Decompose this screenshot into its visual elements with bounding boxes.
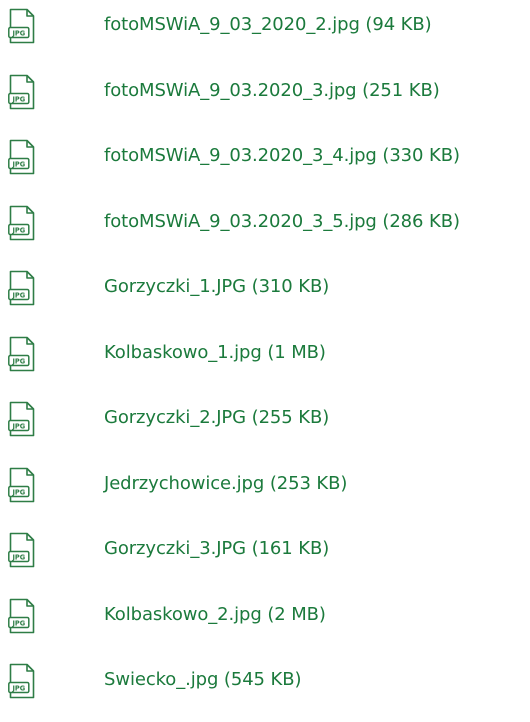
jpg-file-icon[interactable]: JPG — [8, 270, 36, 306]
file-size: (1 MB) — [267, 341, 326, 363]
jpg-file-icon[interactable]: JPG — [8, 336, 36, 372]
svg-text:JPG: JPG — [11, 291, 25, 299]
file-download-link[interactable]: Kolbaskowo_1.jpg (1 MB) — [104, 341, 326, 365]
file-download-link[interactable]: fotoMSWiA_9_03.2020_3_5.jpg (286 KB) — [104, 210, 460, 234]
svg-text:JPG: JPG — [11, 619, 25, 627]
file-size: (2 MB) — [267, 603, 326, 625]
svg-text:JPG: JPG — [11, 160, 25, 168]
file-item: JPG Gorzyczki_2.JPG (255 KB) — [0, 399, 530, 439]
file-download-link[interactable]: Swiecko_.jpg (545 KB) — [104, 668, 302, 692]
svg-text:JPG: JPG — [11, 357, 25, 365]
svg-text:JPG: JPG — [11, 95, 25, 103]
file-item: JPG Kolbaskowo_1.jpg (1 MB) — [0, 334, 530, 374]
file-name: fotoMSWiA_9_03.2020_3.jpg — [104, 79, 357, 101]
jpg-file-icon[interactable]: JPG — [8, 74, 36, 110]
file-size: (286 KB) — [382, 210, 460, 232]
svg-text:JPG: JPG — [11, 553, 25, 561]
file-item: JPG Kolbaskowo_2.jpg (2 MB) — [0, 596, 530, 636]
jpg-file-icon[interactable]: JPG — [8, 598, 36, 634]
svg-text:JPG: JPG — [11, 488, 25, 496]
svg-text:JPG: JPG — [11, 29, 25, 37]
file-name: Gorzyczki_1.JPG — [104, 276, 247, 297]
jpg-file-icon[interactable]: JPG — [8, 8, 36, 44]
file-size: (310 KB) — [251, 276, 330, 297]
jpg-file-icon[interactable]: JPG — [8, 139, 36, 175]
file-size: (94 KB) — [365, 14, 432, 35]
file-download-link[interactable]: fotoMSWiA_9_03.2020_3_4.jpg (330 KB) — [104, 144, 460, 168]
file-name: fotoMSWiA_9_03.2020_3_5.jpg — [104, 210, 377, 232]
svg-text:JPG: JPG — [11, 684, 25, 692]
jpg-file-icon[interactable]: JPG — [8, 401, 36, 437]
file-item: JPG Jedrzychowice.jpg (253 KB) — [0, 465, 530, 505]
file-item: JPG fotoMSWiA_9_03.2020_3_4.jpg (330 KB) — [0, 137, 530, 177]
file-item: JPG fotoMSWiA_9_03.2020_3_5.jpg (286 KB) — [0, 203, 530, 243]
file-name: Kolbaskowo_1.jpg — [104, 341, 262, 363]
file-item: JPG Swiecko_.jpg (545 KB) — [0, 661, 530, 701]
svg-text:JPG: JPG — [11, 226, 25, 234]
file-name: fotoMSWiA_9_03_2020_2.jpg — [104, 14, 360, 35]
file-item: JPG Gorzyczki_1.JPG (310 KB) — [0, 268, 530, 308]
file-size: (255 KB) — [251, 407, 330, 428]
file-download-link[interactable]: Gorzyczki_2.JPG (255 KB) — [104, 406, 329, 430]
file-download-link[interactable]: Jedrzychowice.jpg (253 KB) — [104, 472, 347, 496]
file-item: JPG fotoMSWiA_9_03_2020_2.jpg (94 KB) — [0, 6, 530, 46]
file-item: JPG fotoMSWiA_9_03.2020_3.jpg (251 KB) — [0, 72, 530, 112]
file-name: Gorzyczki_2.JPG — [104, 407, 247, 428]
file-name: Swiecko_.jpg — [104, 669, 219, 690]
jpg-file-icon[interactable]: JPG — [8, 532, 36, 568]
file-size: (330 KB) — [382, 145, 460, 166]
jpg-file-icon[interactable]: JPG — [8, 205, 36, 241]
file-download-link[interactable]: Gorzyczki_1.JPG (310 KB) — [104, 275, 329, 299]
jpg-file-icon[interactable]: JPG — [8, 467, 36, 503]
file-download-link[interactable]: Kolbaskowo_2.jpg (2 MB) — [104, 603, 326, 627]
file-download-link[interactable]: Gorzyczki_3.JPG (161 KB) — [104, 537, 329, 561]
file-size: (161 KB) — [251, 538, 330, 559]
file-download-link[interactable]: fotoMSWiA_9_03_2020_2.jpg (94 KB) — [104, 13, 432, 37]
svg-text:JPG: JPG — [11, 422, 25, 430]
file-name: fotoMSWiA_9_03.2020_3_4.jpg — [104, 145, 377, 166]
file-name: Gorzyczki_3.JPG — [104, 538, 247, 559]
file-name: Jedrzychowice.jpg — [104, 472, 265, 494]
file-download-link[interactable]: fotoMSWiA_9_03.2020_3.jpg (251 KB) — [104, 79, 440, 103]
file-item: JPG Gorzyczki_3.JPG (161 KB) — [0, 530, 530, 570]
file-size: (545 KB) — [223, 669, 302, 690]
file-name: Kolbaskowo_2.jpg — [104, 603, 262, 625]
file-size: (253 KB) — [269, 472, 348, 494]
jpg-file-icon[interactable]: JPG — [8, 663, 36, 699]
file-size: (251 KB) — [362, 79, 440, 101]
